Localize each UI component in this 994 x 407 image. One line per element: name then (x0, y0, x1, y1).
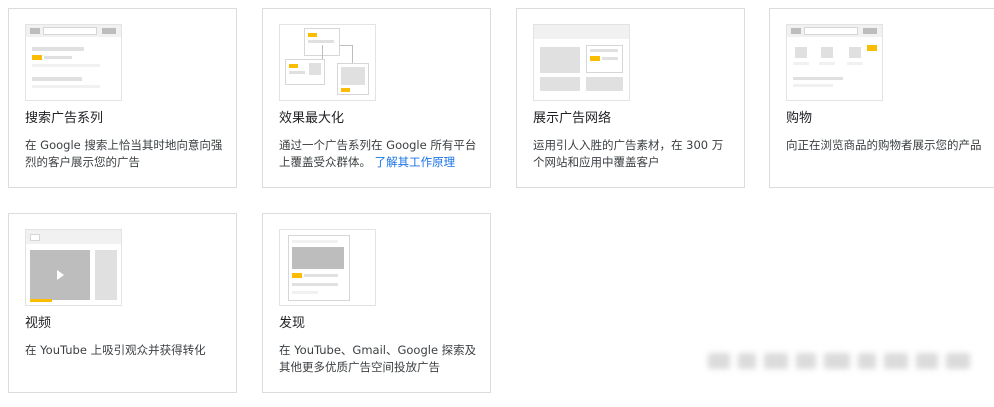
card-description: 通过一个广告系列在 Google 所有平台上覆盖受众群体。 了解其工作原理 (279, 138, 477, 169)
campaign-card-performance-max[interactable]: 效果最大化 通过一个广告系列在 Google 所有平台上覆盖受众群体。 了解其工… (262, 8, 491, 188)
search-ad-thumbnail (25, 24, 122, 101)
campaign-card-discovery[interactable]: 发现 在 YouTube、Gmail、Google 探索及其他更多优质广告空间投… (262, 213, 491, 393)
card-title: 展示广告网络 (533, 111, 612, 126)
discovery-thumbnail (279, 229, 376, 306)
campaign-card-display[interactable]: 展示广告网络 运用引人入胜的广告素材，在 300 万个网站和应用中覆盖客户 (516, 8, 745, 188)
play-icon (57, 270, 64, 280)
shopping-thumbnail (786, 24, 883, 101)
card-description: 运用引人入胜的广告素材，在 300 万个网站和应用中覆盖客户 (533, 138, 724, 169)
video-thumbnail (25, 229, 122, 306)
card-title: 视频 (25, 316, 52, 331)
card-title: 购物 (786, 111, 813, 126)
display-ad-thumbnail (533, 24, 630, 101)
card-description: 在 YouTube 上吸引观众并获得转化 (25, 343, 206, 357)
card-title: 搜索广告系列 (25, 111, 104, 126)
blurred-watermark (708, 345, 973, 377)
card-description: 向正在浏览商品的购物者展示您的产品 (786, 138, 982, 152)
card-description: 在 YouTube、Gmail、Google 探索及其他更多优质广告空间投放广告 (279, 343, 477, 374)
campaign-card-search[interactable]: 搜索广告系列 在 Google 搜索上恰当其时地向意向强烈的客户展示您的广告 (8, 8, 237, 188)
card-title: 发现 (279, 316, 306, 331)
learn-how-it-works-link[interactable]: 了解其工作原理 (375, 155, 456, 169)
campaign-card-video[interactable]: 视频 在 YouTube 上吸引观众并获得转化 (8, 213, 237, 393)
card-description: 在 Google 搜索上恰当其时地向意向强烈的客户展示您的广告 (25, 138, 223, 169)
performance-max-thumbnail (279, 24, 376, 101)
card-title: 效果最大化 (279, 111, 345, 126)
campaign-card-shopping[interactable]: 购物 向正在浏览商品的购物者展示您的产品 (769, 8, 994, 188)
